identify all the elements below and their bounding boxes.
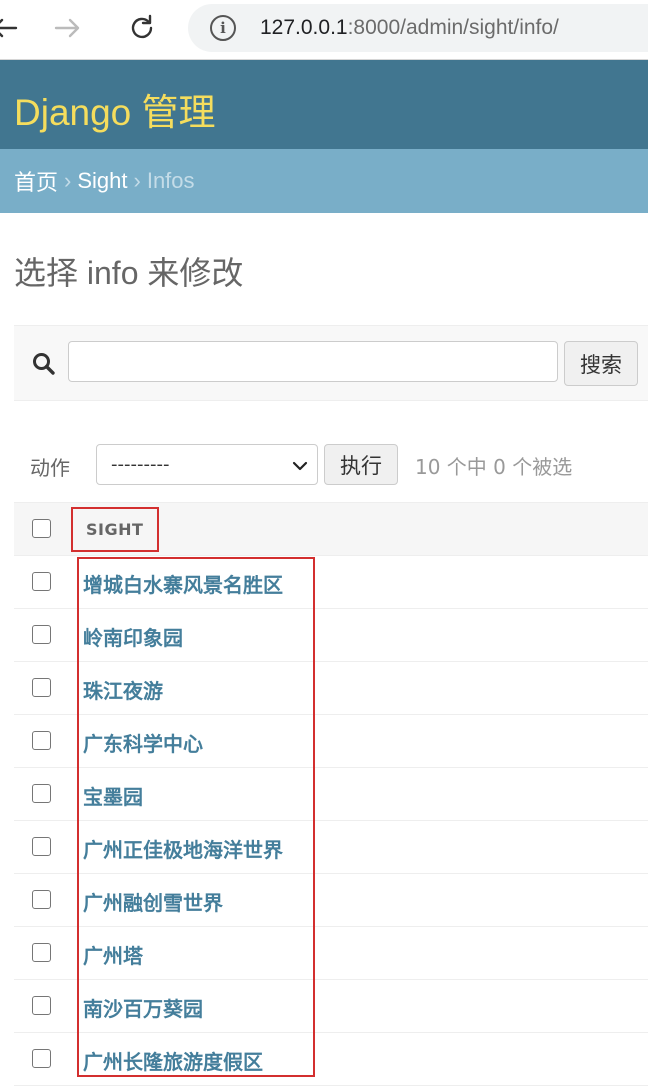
breadcrumb-home[interactable]: 首页: [14, 165, 58, 197]
page-title: 选择 info 来修改: [14, 255, 244, 291]
search-icon: [33, 353, 55, 375]
row-checkbox[interactable]: [32, 731, 51, 750]
url-text: 127.0.0.1:8000/admin/sight/info/: [260, 16, 559, 39]
row-checkbox[interactable]: [32, 784, 51, 803]
back-button[interactable]: [0, 10, 22, 46]
action-select[interactable]: ---------: [96, 444, 318, 485]
chevron-down-icon: [292, 461, 308, 471]
table-header: SIGHT: [14, 502, 648, 556]
arrow-right-icon: [54, 18, 80, 38]
breadcrumb-separator: ›: [133, 168, 141, 193]
search-button[interactable]: 搜索: [564, 341, 638, 386]
search-toolbar: 搜索: [14, 325, 648, 401]
reload-button[interactable]: [124, 10, 160, 46]
row-checkbox[interactable]: [32, 1049, 51, 1068]
rows-highlight-box: [77, 557, 315, 1077]
info-icon[interactable]: i: [210, 15, 236, 41]
site-title[interactable]: Django 管理: [14, 82, 216, 136]
action-selected-option: ---------: [111, 454, 170, 475]
row-checkbox[interactable]: [32, 625, 51, 644]
action-counter: 10 个中 0 个被选: [415, 455, 573, 479]
breadcrumb-app[interactable]: Sight: [77, 168, 127, 194]
row-checkbox[interactable]: [32, 890, 51, 909]
browser-toolbar: i 127.0.0.1:8000/admin/sight/info/: [0, 0, 648, 60]
row-checkbox[interactable]: [32, 996, 51, 1015]
forward-button[interactable]: [50, 10, 86, 46]
action-label: 动作: [30, 456, 70, 480]
reload-icon: [131, 14, 153, 39]
row-checkbox[interactable]: [32, 943, 51, 962]
row-checkbox[interactable]: [32, 572, 51, 591]
breadcrumb-current: Infos: [146, 168, 195, 193]
select-all-checkbox[interactable]: [32, 519, 51, 538]
go-button[interactable]: 执行: [324, 444, 398, 485]
arrow-left-icon: [0, 18, 18, 38]
admin-header: Django 管理: [0, 60, 648, 149]
row-checkbox[interactable]: [32, 678, 51, 697]
header-highlight-box: [71, 507, 159, 552]
address-bar[interactable]: i 127.0.0.1:8000/admin/sight/info/: [188, 4, 648, 52]
breadcrumb-separator: ›: [64, 168, 72, 193]
breadcrumb: 首页 › Sight › Infos: [0, 149, 648, 213]
actions-bar: 动作 --------- 执行 10 个中 0 个被选: [0, 440, 648, 490]
search-input[interactable]: [68, 341, 558, 382]
row-checkbox[interactable]: [32, 837, 51, 856]
